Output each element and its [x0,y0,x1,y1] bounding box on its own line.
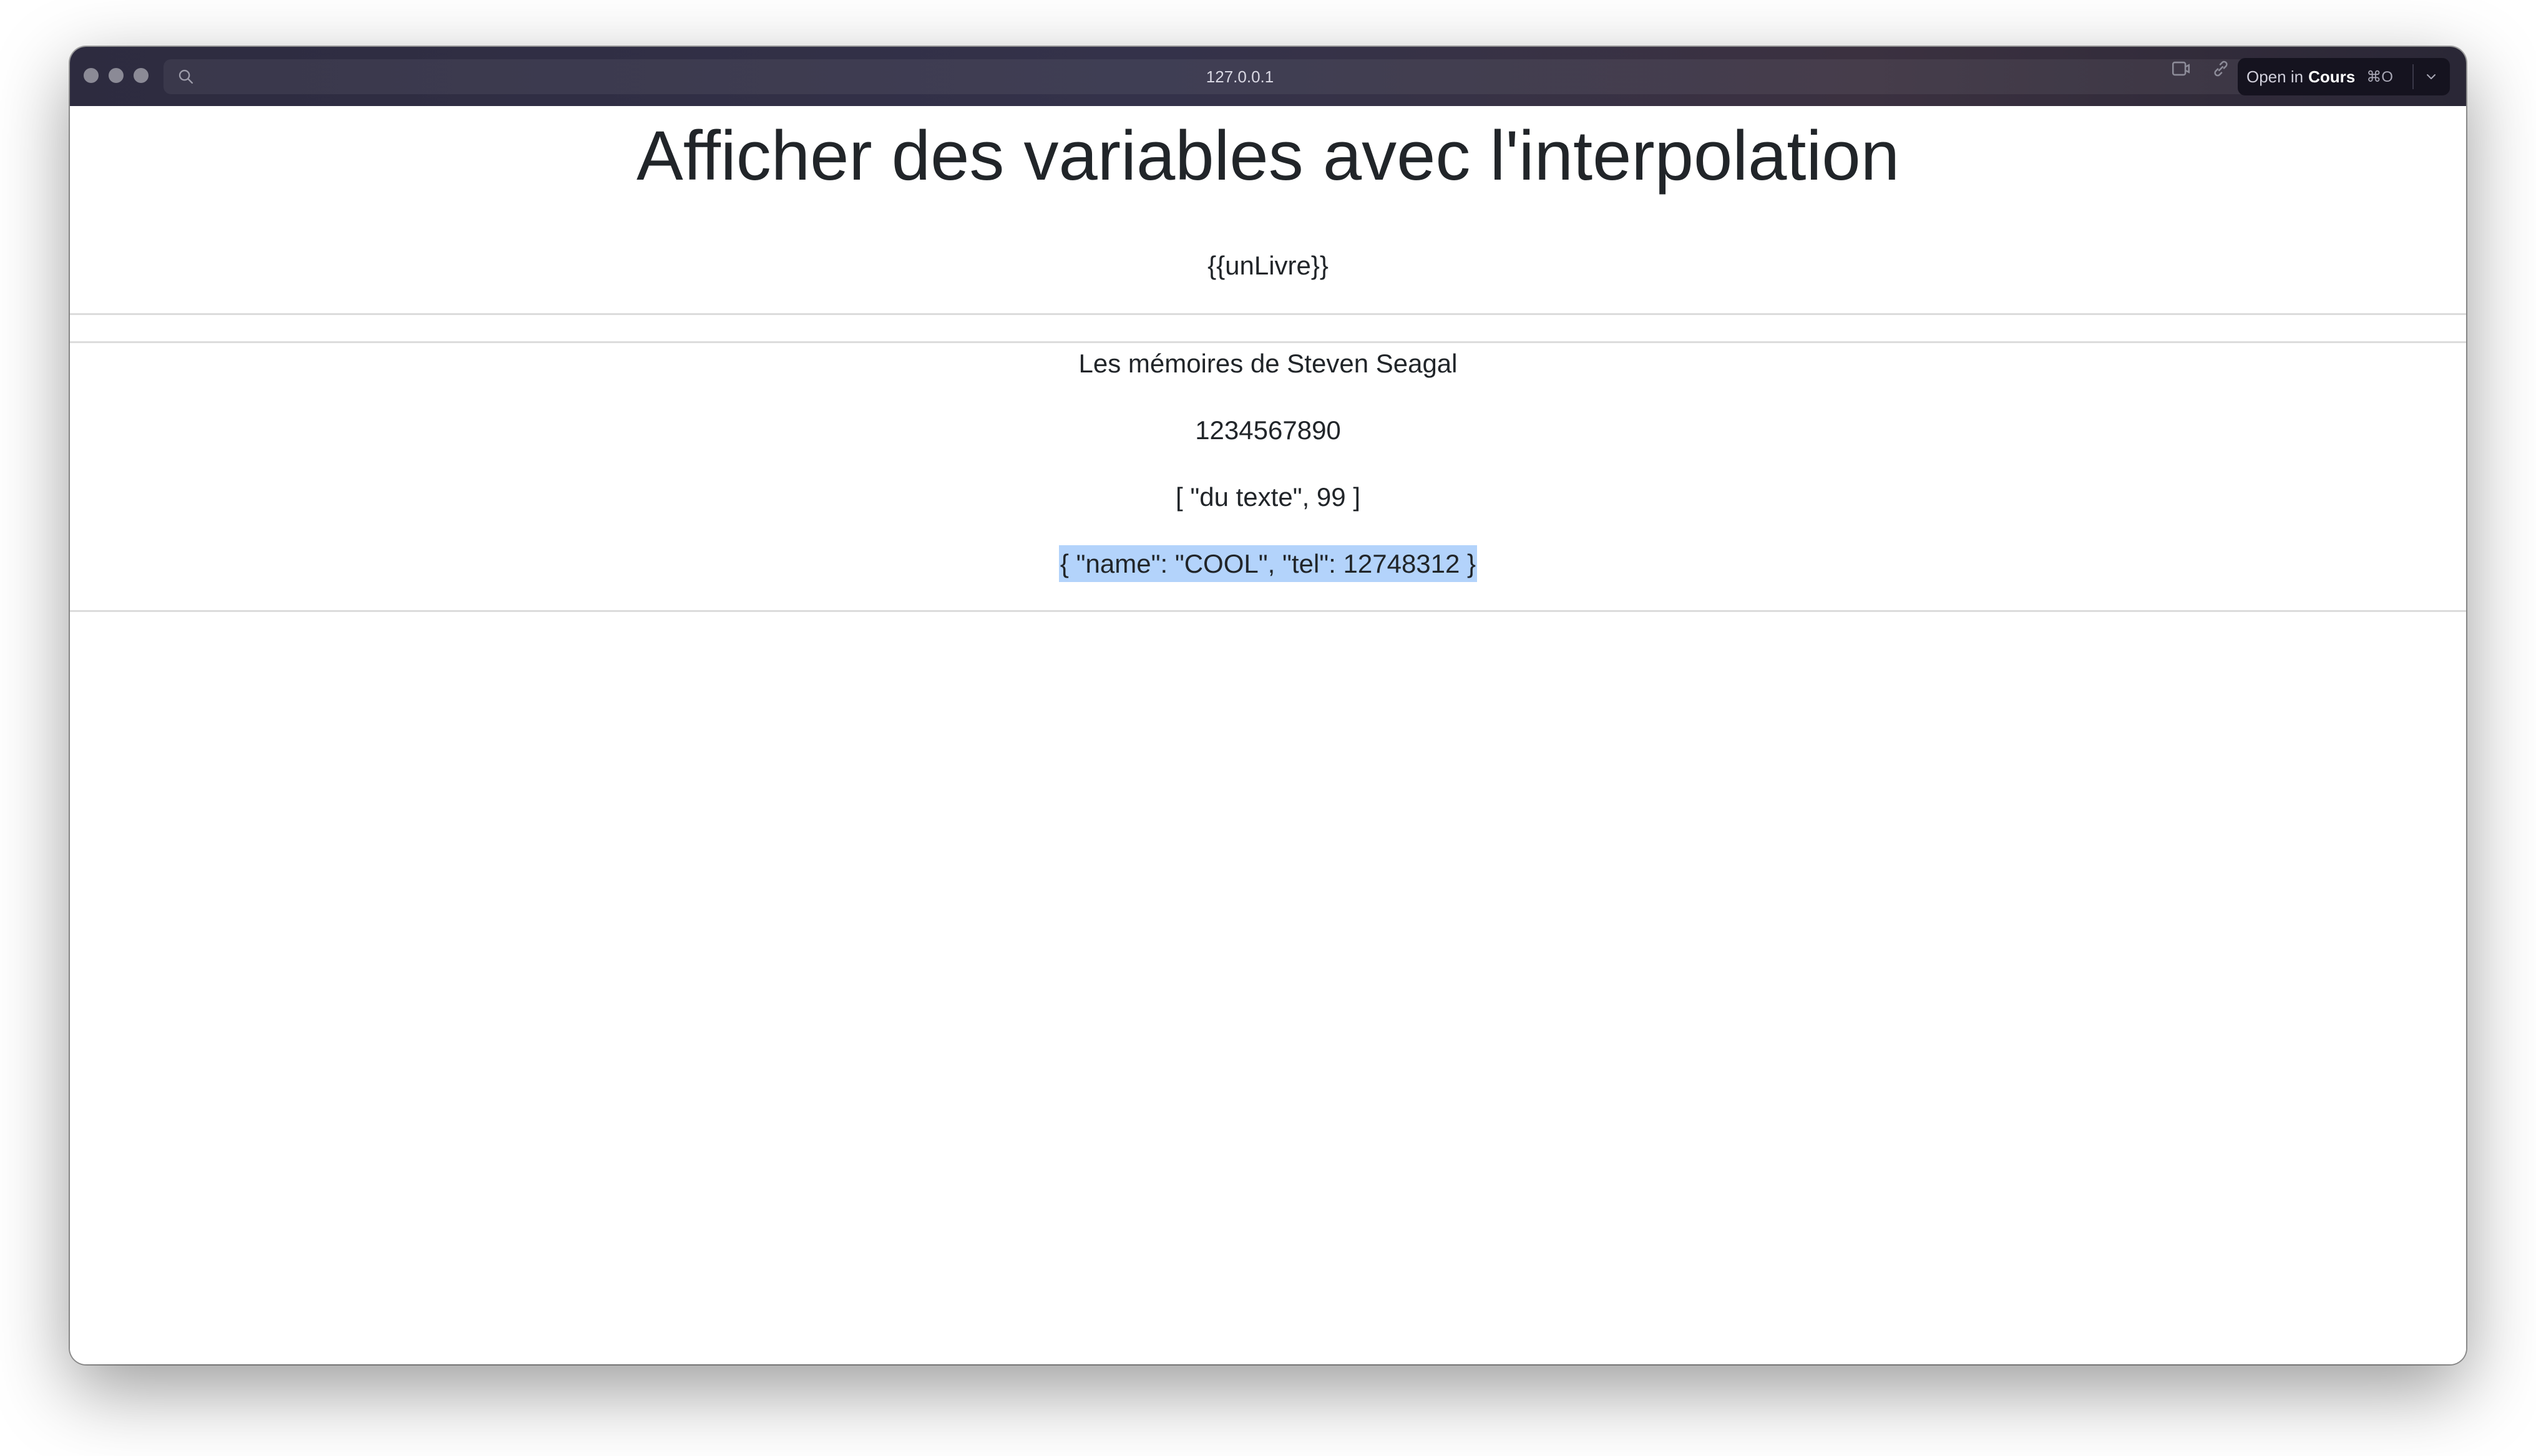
url-text: 127.0.0.1 [1206,67,1274,86]
chevron-down-icon[interactable] [2424,69,2439,84]
minimize-window-button[interactable] [109,68,124,83]
close-window-button[interactable] [84,68,99,83]
address-bar[interactable]: 127.0.0.1 [163,59,2316,94]
window-controls [84,68,149,83]
divider-middle [70,341,2466,343]
raw-interpolation-text: {{unLivre}} [1207,251,1329,280]
open-in-app-button[interactable]: Open in Cours ⌘O [2238,58,2450,95]
page-title: Afficher des variables avec l'interpolat… [636,117,1900,195]
value-string: Les mémoires de Steven Seagal [1078,349,1458,378]
value-object-line: { "name": "COOL", "tel": 12748312 } [70,545,2466,583]
open-in-app-name: Cours [2308,67,2356,86]
value-object-selected[interactable]: { "name": "COOL", "tel": 12748312 } [1058,545,1478,582]
value-array: [ "du texte", 99 ] [1176,482,1360,512]
browser-window: 127.0.0.1 Open in Cours ⌘O Afficher des … [70,47,2466,1364]
screen-share-icon[interactable] [2170,58,2192,79]
divider-top [70,313,2466,315]
divider-bottom [70,610,2466,612]
button-divider [2412,64,2414,89]
browser-toolbar: 127.0.0.1 Open in Cours ⌘O [70,47,2466,106]
open-in-shortcut: ⌘O [2366,68,2393,85]
zoom-window-button[interactable] [134,68,149,83]
page-content: Afficher des variables avec l'interpolat… [70,106,2466,1364]
value-number: 1234567890 [1195,415,1341,445]
open-in-label: Open in [2246,67,2304,86]
link-icon[interactable] [2210,58,2231,79]
